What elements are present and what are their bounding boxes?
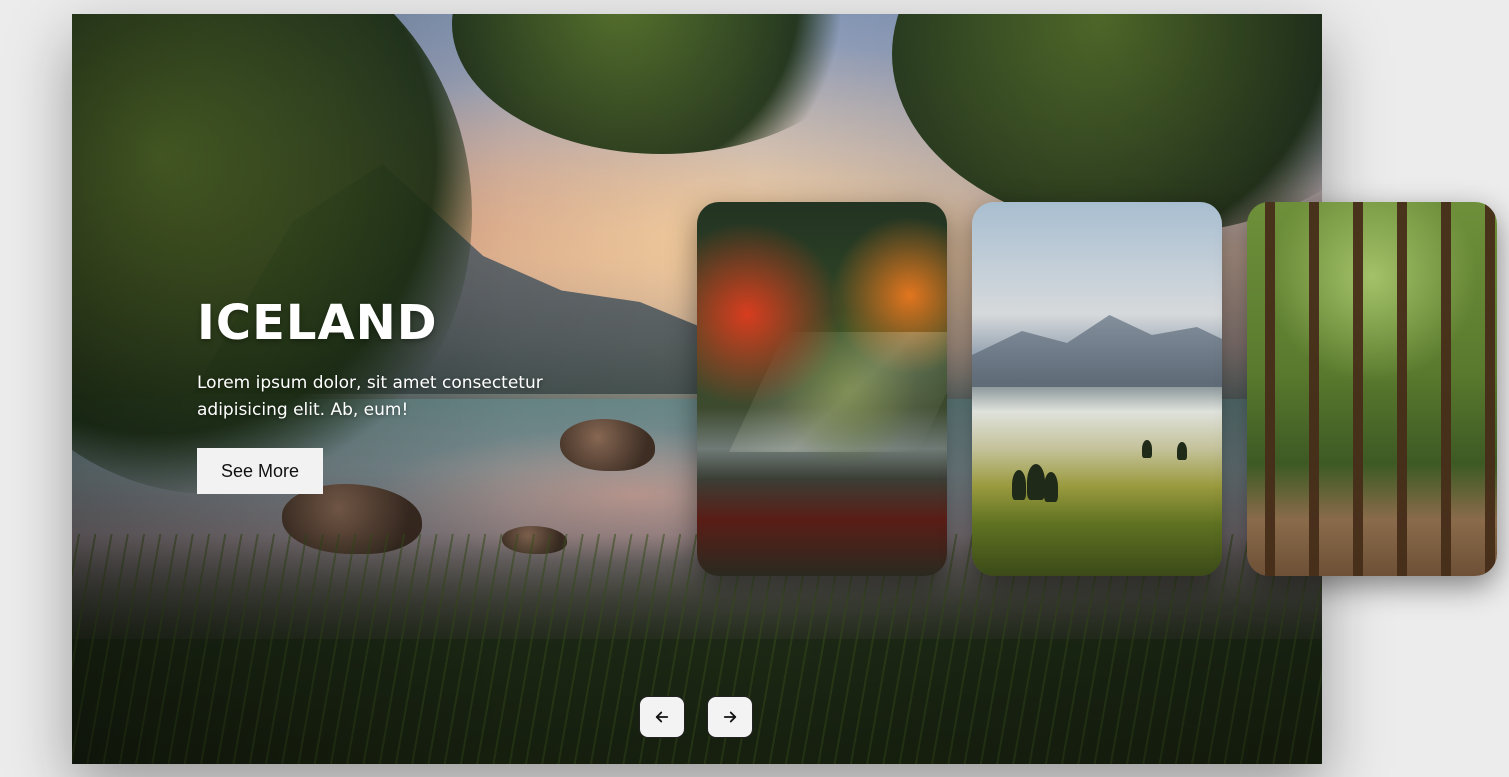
mountain-shape <box>972 315 1222 387</box>
see-more-button[interactable]: See More <box>197 448 324 494</box>
thumbnail-card-autumn[interactable] <box>697 202 947 576</box>
thumbnail-card-forest[interactable] <box>1247 202 1497 576</box>
tree-shape <box>1012 470 1026 500</box>
tree-shape <box>1142 440 1152 458</box>
prev-button[interactable] <box>639 696 685 738</box>
slider: ICELAND Lorem ipsum dolor, sit amet cons… <box>72 14 1497 764</box>
slide-content: ICELAND Lorem ipsum dolor, sit amet cons… <box>197 294 617 494</box>
tree-shape <box>1027 464 1045 500</box>
next-button[interactable] <box>707 696 753 738</box>
slide-title: ICELAND <box>197 295 438 351</box>
light-beam <box>729 332 947 452</box>
slide-description: Lorem ipsum dolor, sit amet consectetur … <box>197 373 543 420</box>
tree-shape <box>1177 442 1187 460</box>
arrow-left-icon <box>655 711 669 723</box>
tree-shape <box>1044 472 1058 502</box>
arrow-right-icon <box>723 711 737 723</box>
thumbnail-card-valley[interactable] <box>972 202 1222 576</box>
